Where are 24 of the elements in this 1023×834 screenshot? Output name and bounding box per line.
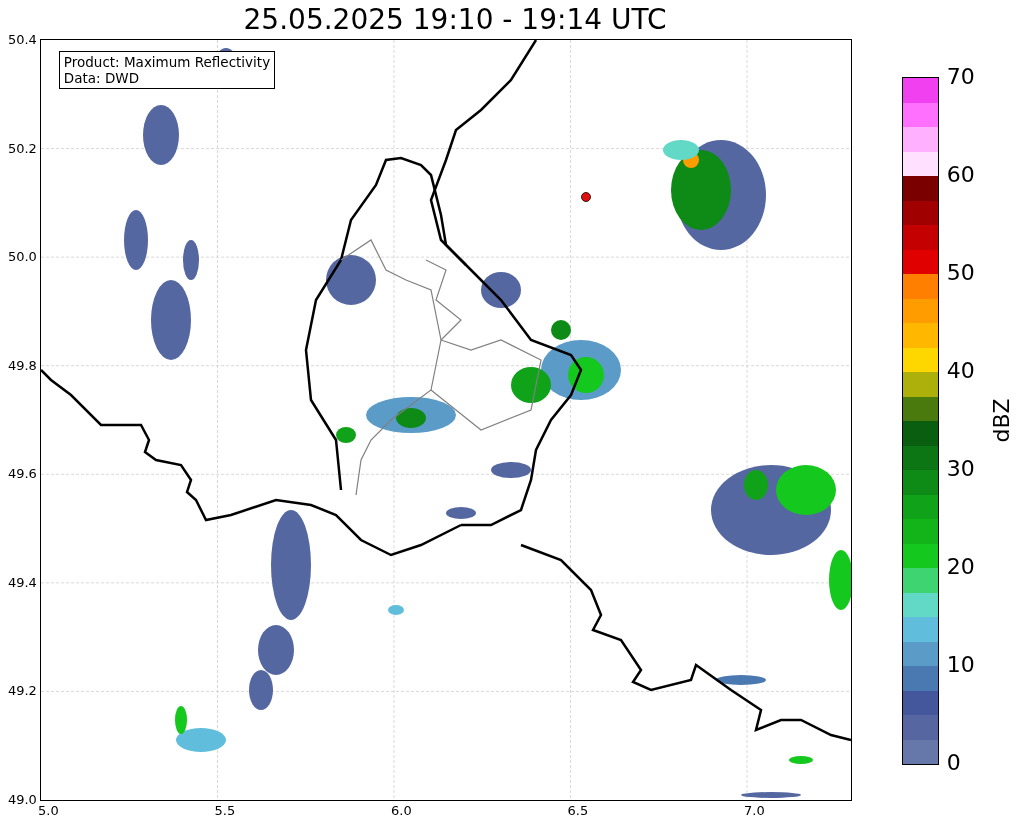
axis-tick-label: 5.5	[214, 803, 236, 818]
colorbar-tick-label: 60	[946, 162, 975, 188]
axis-tick-label: 49.0	[7, 792, 37, 807]
colorbar-tick-label: 70	[946, 64, 975, 90]
colorbar-tick-label: 30	[946, 456, 975, 482]
colorbar-tick-label: 10	[946, 652, 975, 678]
axis-tick-label: 6.0	[391, 803, 412, 818]
axis-tick-label: 49.6	[7, 466, 37, 482]
axis-tick-label: 50.0	[7, 249, 37, 265]
axis-tick-label: 6.5	[567, 803, 589, 818]
axis-tick-label: 7.0	[744, 803, 765, 818]
colorbar-tick-label: 20	[946, 554, 975, 580]
axis-tick-label: 50.4	[7, 32, 37, 47]
colorbar-tick-label: 0	[946, 750, 961, 776]
axis-tick-label: 5.0	[38, 803, 59, 818]
axis-tick-label: 50.2	[7, 140, 37, 156]
axis-tick-label: 49.8	[7, 357, 37, 373]
chart-title: 25.05.2025 19:10 - 19:14 UTC	[243, 2, 667, 38]
colorbar-tick-label: 40	[946, 358, 975, 384]
axis-tick-label: 49.4	[7, 574, 37, 590]
colorbar-label: dBZ	[988, 397, 1014, 443]
axis-tick-label: 49.2	[7, 683, 37, 699]
colorbar-tick-label: 50	[946, 260, 975, 286]
info-label: Product: Maximum Reflectivity Data: DWD	[58, 51, 276, 89]
